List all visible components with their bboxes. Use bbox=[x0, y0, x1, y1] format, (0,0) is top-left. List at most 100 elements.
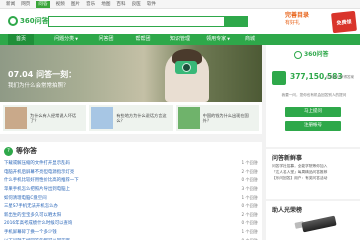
main-nav-item[interactable]: 问答团 bbox=[92, 34, 120, 45]
register-button[interactable]: 注册帐号 bbox=[285, 121, 341, 131]
answer-count-badge: 1 个回答 bbox=[241, 160, 258, 166]
list-item: 手机屏幕碎了换一个多少钱 1 个回答 bbox=[4, 228, 258, 237]
chevron-down-icon: ▼ bbox=[74, 37, 78, 41]
list-item: 新出生的宝宝多久可以晒太阳 2 个回答 bbox=[4, 211, 258, 220]
top-nav-item[interactable]: 图片 bbox=[71, 1, 80, 8]
main-nav-item[interactable]: 帮帮团 bbox=[128, 34, 158, 45]
top-strip: 新闻 网页 问答 视频 图片 音乐 地图 百科 良医 软件 bbox=[0, 0, 360, 9]
question-mark-icon: ? bbox=[4, 146, 13, 156]
list-item: 下载或解压缩的文件打开显示乱码 1 个回答 bbox=[4, 159, 258, 168]
main-nav: 首页 问题分类 ▼ 问答团 帮帮团 知识管理 领用专家 ▼ 商城 bbox=[0, 34, 360, 45]
answer-count-badge: 2 个回答 bbox=[241, 168, 258, 174]
promo-line-1: 完善目录 bbox=[285, 12, 310, 19]
main-nav-label: 知识管理 bbox=[169, 36, 190, 42]
main-nav-label: 领用专家 bbox=[206, 36, 227, 42]
main-nav-label: 问答团 bbox=[98, 36, 114, 42]
thumbnail-image bbox=[5, 107, 27, 129]
list-item: 如何清理电脑C盘空间 1 个回答 bbox=[4, 193, 258, 202]
top-nav-item[interactable]: 百科 bbox=[116, 1, 125, 8]
main-nav-item[interactable]: 问题分类 ▼ bbox=[48, 34, 84, 45]
main-nav-label: 商城 bbox=[244, 36, 255, 42]
main-nav-item[interactable]: 首页 bbox=[8, 34, 34, 45]
answer-count-badge: 3 个回答 bbox=[241, 186, 258, 192]
search-button[interactable] bbox=[224, 16, 248, 27]
thumbnail-caption: 中国的钱为什么出现在国外？ bbox=[202, 113, 249, 123]
hero-banner[interactable]: 07.04 问答一刻： 我们为什么会常常拍照？ bbox=[0, 45, 262, 102]
main-nav-label: 帮帮团 bbox=[135, 36, 151, 42]
top-nav-item[interactable]: 音乐 bbox=[86, 1, 95, 8]
answer-count-badge: 2 个回答 bbox=[241, 211, 258, 217]
search-input[interactable] bbox=[48, 16, 248, 27]
question-link[interactable]: 电脑开机后屏幕不亮但电源指示灯亮 bbox=[4, 169, 74, 175]
question-link[interactable]: 如何清理电脑C盘空间 bbox=[4, 195, 47, 201]
question-link[interactable]: 什么手机比较好用性价比高的推荐一下 bbox=[4, 177, 79, 183]
question-link[interactable]: 下载或解压缩的文件打开显示乱码 bbox=[4, 160, 70, 166]
top-nav: 新闻 网页 问答 视频 图片 音乐 地图 百科 良医 软件 bbox=[6, 1, 156, 8]
honor-panel: 助人光荣榜 bbox=[266, 201, 360, 240]
panel-logo: 360问答 bbox=[294, 50, 334, 60]
chevron-down-icon: ▼ bbox=[226, 37, 230, 41]
thumbnail-image bbox=[177, 107, 200, 129]
thumbnail-row: 为什么有人经常说人坏话了？ 有些地方为什么说话方言这么？ 中国的钱为什么出现在国外？ bbox=[0, 102, 262, 134]
promo-line-2: 有好礼 bbox=[285, 20, 301, 26]
answer-count-badge: 0 个回答 bbox=[241, 203, 258, 209]
site-logo[interactable]: 360问答 bbox=[8, 15, 49, 27]
top-nav-item[interactable]: 地图 bbox=[101, 1, 110, 8]
question-link[interactable]: 苹果手机怎么把照片导出到电脑上 bbox=[4, 186, 70, 192]
main-nav-item[interactable]: 领用专家 ▼ bbox=[200, 34, 236, 45]
question-link[interactable]: 2016年高考成绩什么时候可以查询 bbox=[4, 220, 72, 226]
list-item: 以下问题未经回答的都可以回答哦0 个回答 bbox=[4, 236, 258, 240]
thumbnail-card[interactable]: 中国的钱为什么出现在国外？ bbox=[175, 105, 259, 131]
thumbnail-card[interactable]: 为什么有人经常说人坏话了？ bbox=[3, 105, 87, 131]
main-nav-label: 问题分类 bbox=[54, 36, 75, 42]
question-list-header: ? 等你答 bbox=[4, 146, 37, 156]
panel-description: 我要一问，您你也有机会回答别人的提问 bbox=[281, 93, 347, 97]
site-header: 360问答 完善目录 有好礼 免费领 bbox=[0, 9, 360, 34]
question-list-title: 等你答 bbox=[16, 147, 37, 155]
stats-panel: 360问答 377,150,583 位网友已获得答案 我要一问，您你也有机会回答… bbox=[266, 45, 360, 147]
news-item[interactable]: 【乐问回答】用户：有奖问答活动 bbox=[272, 175, 358, 181]
news-panel: 问答新鲜事 问答学社招募，全能学院等你加入 「达人名人堂」每周精品问答推荐 【乐问回… bbox=[266, 147, 360, 199]
top-nav-item[interactable]: 问答 bbox=[36, 1, 50, 8]
question-link[interactable]: 手机屏幕碎了换一个多少钱 bbox=[4, 229, 57, 235]
top-nav-item[interactable]: 网页 bbox=[21, 1, 30, 8]
list-item: 苹果手机怎么把照片导出到电脑上 3 个回答 bbox=[4, 185, 258, 194]
main-nav-item[interactable]: 商城 bbox=[240, 34, 260, 45]
logo-circle-icon bbox=[8, 16, 18, 26]
panel-logo-circle-icon bbox=[294, 51, 302, 59]
usb-drive-image[interactable] bbox=[301, 215, 337, 233]
logo-text: 360问答 bbox=[20, 17, 49, 25]
main-nav-label: 首页 bbox=[15, 36, 26, 42]
honor-title: 助人光荣榜 bbox=[272, 207, 303, 214]
question-rows: 下载或解压缩的文件打开显示乱码 1 个回答 电脑开机后屏幕不亮但电源指示灯亮 2 个回… bbox=[4, 159, 258, 240]
question-link[interactable]: 新出生的宝宝多久可以晒太阳 bbox=[4, 212, 61, 218]
answer-count-badge: 0 个回答 bbox=[241, 220, 258, 226]
promo-banner[interactable]: 完善目录 有好礼 bbox=[285, 12, 325, 32]
panel-logo-text: 360问答 bbox=[304, 51, 329, 58]
thumbnail-card[interactable]: 有些地方为什么说话方言这么？ bbox=[89, 105, 173, 131]
thumbnail-caption: 为什么有人经常说人坏话了？ bbox=[30, 113, 77, 123]
main-nav-item[interactable]: 知识管理 bbox=[164, 34, 196, 45]
news-title: 问答新鲜事 bbox=[272, 155, 303, 162]
top-nav-item[interactable]: 新闻 bbox=[6, 1, 15, 8]
list-item: 什么手机比较好用性价比高的推荐一下 0 个回答 bbox=[4, 176, 258, 185]
top-nav-item[interactable]: 良医 bbox=[132, 1, 141, 8]
answer-count-badge: 1 个回答 bbox=[241, 229, 258, 235]
avatar bbox=[272, 71, 286, 85]
question-list-panel: ? 等你答 下载或解压缩的文件打开显示乱码 1 个回答 电脑开机后屏幕不亮但电源指示… bbox=[0, 142, 262, 240]
answer-count-badge: 1 个回答 bbox=[241, 194, 258, 200]
top-nav-item[interactable]: 视频 bbox=[56, 1, 65, 8]
ask-question-button[interactable]: 马上提问 bbox=[285, 107, 341, 117]
question-link[interactable]: 三星S7手机无法开机怎么办 bbox=[4, 203, 58, 209]
answer-count-badge: 0 个回答 bbox=[241, 177, 258, 183]
top-nav-item[interactable]: 软件 bbox=[147, 1, 156, 8]
list-item: 2016年高考成绩什么时候可以查询 0 个回答 bbox=[4, 219, 258, 228]
list-item: 三星S7手机无法开机怎么办 0 个回答 bbox=[4, 202, 258, 211]
hero-title: 07.04 问答一刻： bbox=[8, 70, 77, 79]
camera-lens-icon bbox=[182, 63, 191, 72]
promo-badge[interactable]: 免费领 bbox=[331, 10, 357, 34]
hero-subtitle[interactable]: 我们为什么会常常拍照？ bbox=[8, 81, 69, 89]
thumbnail-image bbox=[91, 107, 114, 129]
thumbnail-caption: 有些地方为什么说话方言这么？ bbox=[116, 113, 167, 123]
news-lines: 问答学社招募，全能学院等你加入 「达人名人堂」每周精品问答推荐 【乐问回答】用户：有… bbox=[272, 163, 358, 182]
